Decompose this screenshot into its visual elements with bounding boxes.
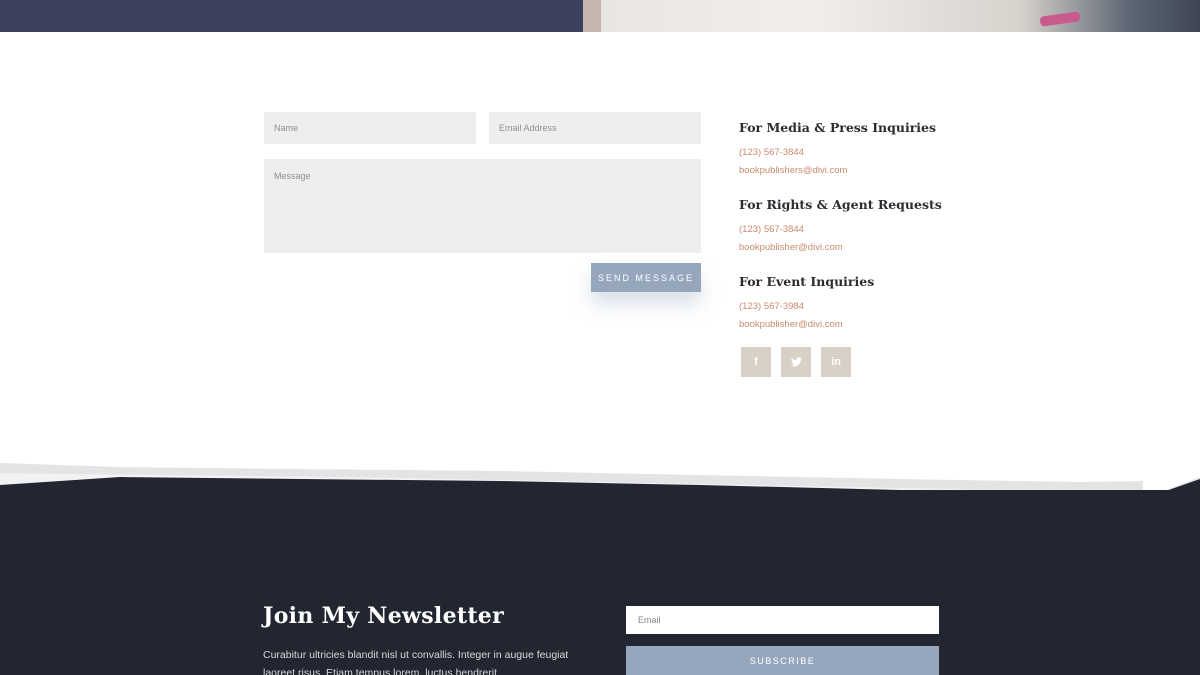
hero-navy-panel: [0, 0, 583, 32]
newsletter-title: Join My Newsletter: [263, 603, 504, 629]
contact-heading: For Rights & Agent Requests: [739, 197, 942, 212]
contact-email-link[interactable]: bookpublisher@divi.com: [739, 239, 999, 257]
name-field[interactable]: [264, 112, 476, 144]
contact-heading: For Event Inquiries: [739, 274, 875, 289]
linkedin-icon[interactable]: in: [821, 347, 851, 377]
newsletter-email-input[interactable]: [626, 606, 939, 634]
contact-heading: For Media & Press Inquiries: [739, 120, 937, 135]
contact-email-link[interactable]: bookpublishers@divi.com: [739, 162, 999, 180]
newsletter-description: Curabitur ultricies blandit nisl ut conv…: [263, 649, 569, 675]
hero-photo: [601, 0, 1200, 32]
subscribe-button[interactable]: Subscribe: [626, 646, 939, 675]
event-contact: For Event Inquiries (123) 567-3984 bookp…: [739, 274, 999, 334]
facebook-icon[interactable]: f: [741, 347, 771, 377]
contact-phone-link[interactable]: (123) 567-3984: [739, 298, 999, 316]
contact-phone-link[interactable]: (123) 567-3844: [739, 221, 999, 239]
twitter-bird-glyph: [790, 357, 802, 367]
twitter-icon[interactable]: [781, 347, 811, 377]
contact-phone-link[interactable]: (123) 567-3844: [739, 144, 999, 162]
hero-divider: [583, 0, 601, 32]
message-field[interactable]: [264, 159, 701, 253]
send-message-button[interactable]: Send Message: [591, 263, 701, 292]
hero-strip: [0, 0, 1200, 32]
contact-email-link[interactable]: bookpublisher@divi.com: [739, 316, 999, 334]
media-press-contact: For Media & Press Inquiries (123) 567-38…: [739, 120, 999, 180]
rights-agent-contact: For Rights & Agent Requests (123) 567-38…: [739, 197, 999, 257]
email-field[interactable]: [489, 112, 701, 144]
